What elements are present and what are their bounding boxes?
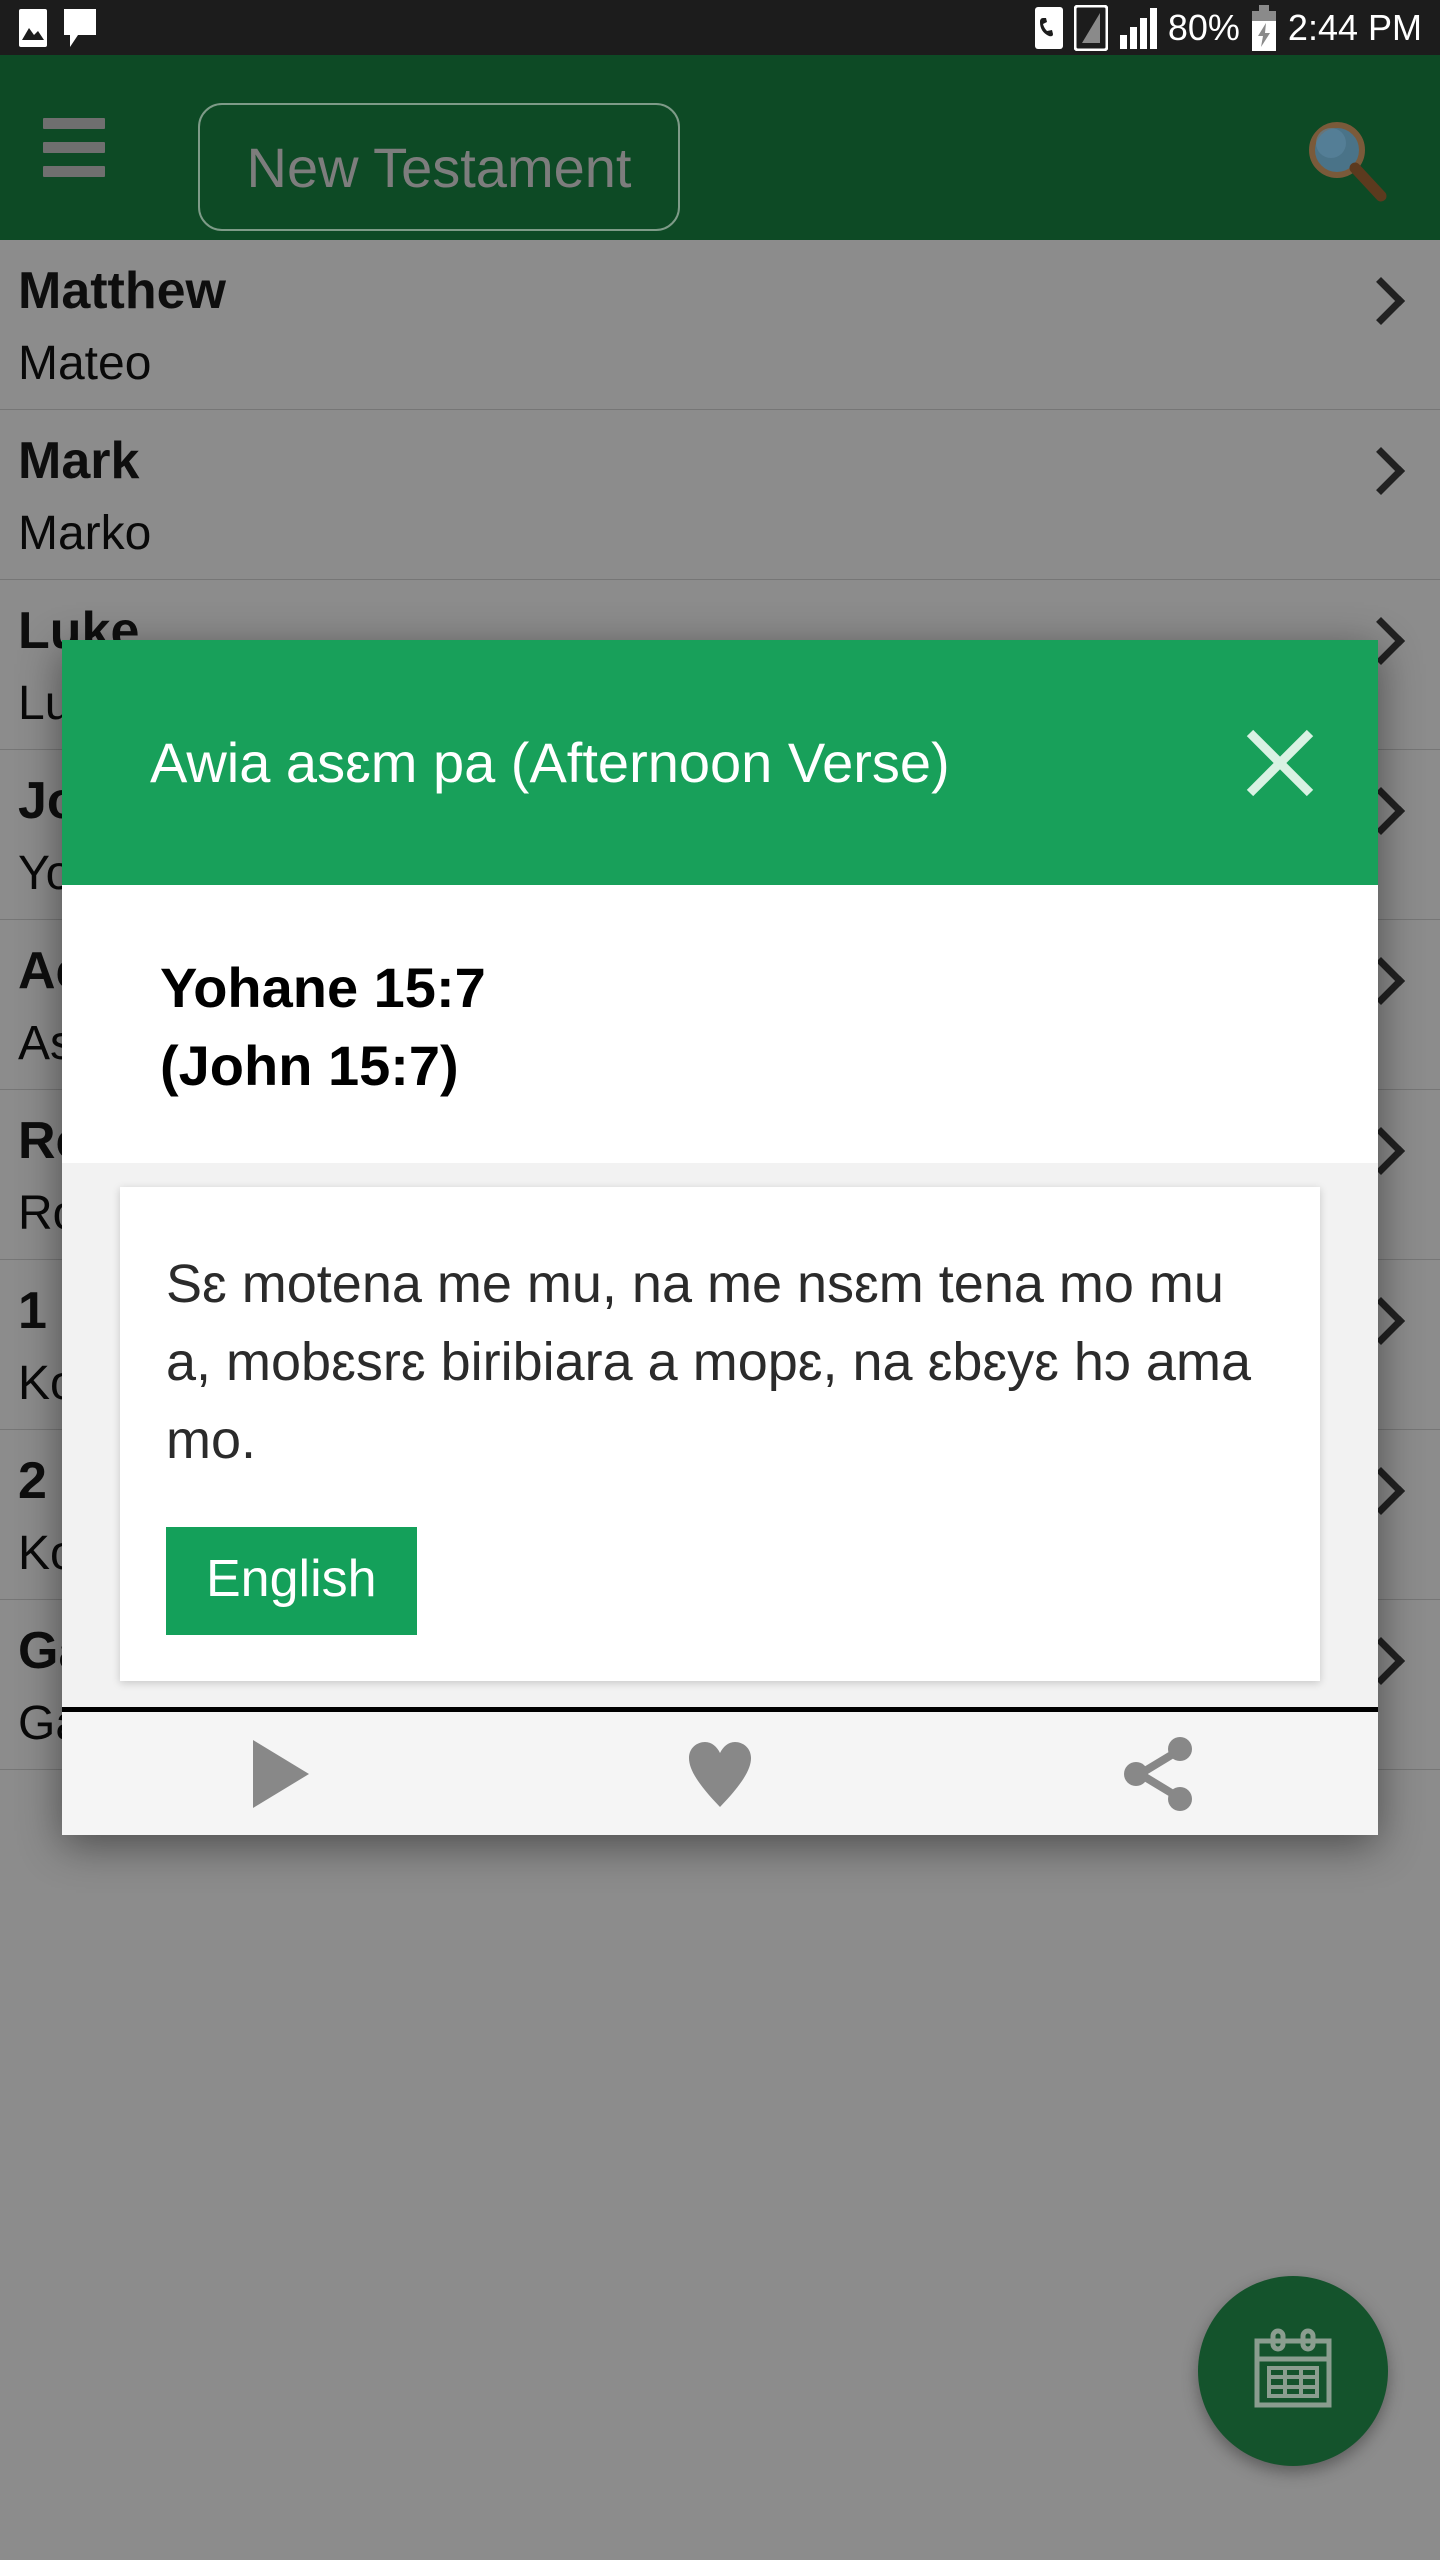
dialog-header: Awia asɛm pa (Afternoon Verse)	[62, 640, 1378, 885]
message-icon	[64, 8, 96, 47]
verse-reference-english: (John 15:7)	[160, 1034, 459, 1097]
dialog-action-bar	[62, 1707, 1378, 1835]
verse-card: Sɛ motena me mu, na me nsɛm tena mo mu a…	[120, 1187, 1320, 1681]
hamburger-menu-icon[interactable]	[14, 55, 134, 240]
status-bar: 80% 2:44 PM	[0, 0, 1440, 55]
list-item[interactable]: Matthew Mateo	[0, 240, 1440, 410]
status-bar-left-icons	[18, 7, 98, 49]
verse-text: Sɛ motena me mu, na me nsɛm tena mo mu a…	[166, 1254, 1251, 1470]
book-name-english: Mark	[18, 432, 140, 490]
favorite-button[interactable]	[501, 1735, 940, 1813]
play-icon	[253, 1739, 310, 1808]
verse-content-area: Sɛ motena me mu, na me nsɛm tena mo mu a…	[62, 1163, 1378, 1707]
calendar-fab-button[interactable]	[1198, 2276, 1388, 2466]
verse-reference-local: Yohane 15:7	[160, 956, 486, 1019]
page-title: New Testament	[246, 135, 632, 199]
book-name-local: Mateo	[18, 337, 152, 390]
photo-icon	[19, 8, 47, 47]
share-icon	[1123, 1736, 1192, 1811]
calendar-icon	[1254, 2328, 1332, 2408]
verse-reference: Yohane 15:7 (John 15:7)	[62, 885, 1378, 1163]
close-x-icon[interactable]	[1232, 715, 1328, 811]
battery-percentage: 80%	[1167, 6, 1240, 48]
afternoon-verse-dialog: Awia asɛm pa (Afternoon Verse) Yohane 15…	[62, 640, 1378, 1835]
status-bar-right-icons: 80% 2:44 PM	[1034, 4, 1422, 51]
book-name-local: Marko	[18, 507, 152, 560]
battery-charging-icon	[1251, 4, 1276, 51]
book-name-english: Matthew	[18, 262, 226, 320]
phone-sim-icon	[1034, 6, 1063, 49]
list-item[interactable]: Mark Marko	[0, 410, 1440, 580]
status-bar-clock: 2:44 PM	[1287, 6, 1422, 48]
translate-to-english-button[interactable]: English	[166, 1527, 417, 1635]
heart-icon	[689, 1741, 751, 1807]
play-button[interactable]	[62, 1734, 501, 1814]
share-button[interactable]	[939, 1733, 1378, 1815]
magnifier-icon[interactable]	[1292, 107, 1402, 217]
app-bar: New Testament	[0, 55, 1440, 240]
dialog-title: Awia asɛm pa (Afternoon Verse)	[150, 731, 950, 794]
signal-strength-icon	[1119, 7, 1157, 49]
signal-bars-icon	[1073, 4, 1108, 51]
page-title-container[interactable]: New Testament	[198, 103, 680, 231]
